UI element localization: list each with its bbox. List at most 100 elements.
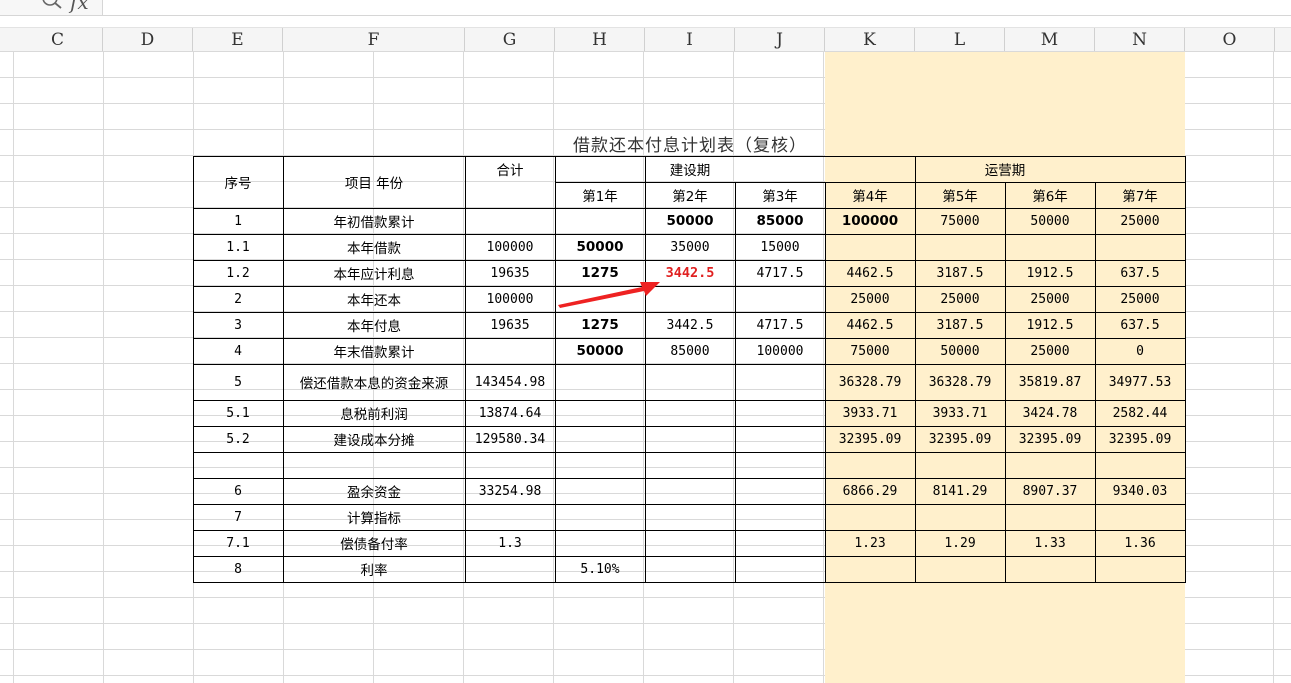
row-value-year-5[interactable]: 36328.79	[915, 364, 1005, 400]
row-value-year-5[interactable]	[915, 234, 1005, 260]
row-value-year-6[interactable]: 1912.5	[1005, 260, 1095, 286]
row-value-year-6[interactable]	[1005, 234, 1095, 260]
row-total[interactable]: 100000	[465, 234, 555, 260]
row-value-year-3[interactable]	[735, 556, 825, 582]
row-value-year-2[interactable]: 35000	[645, 234, 735, 260]
row-value-year-6[interactable]: 1.33	[1005, 530, 1095, 556]
row-value-year-1[interactable]	[555, 364, 645, 400]
row-value-year-2[interactable]	[645, 530, 735, 556]
row-value-year-4[interactable]: 100000	[825, 208, 915, 234]
row-value-year-7[interactable]: 2582.44	[1095, 400, 1185, 426]
row-value-year-1[interactable]: 50000	[555, 234, 645, 260]
column-header-G[interactable]: G	[465, 28, 555, 52]
row-item[interactable]: 年末借款累计	[283, 338, 465, 364]
column-header-M[interactable]: M	[1005, 28, 1095, 52]
row-value-year-7[interactable]: 32395.09	[1095, 426, 1185, 452]
column-header-J[interactable]: J	[735, 28, 825, 52]
row-value-year-3[interactable]	[735, 426, 825, 452]
column-header-I[interactable]: I	[645, 28, 735, 52]
row-total[interactable]: 19635	[465, 260, 555, 286]
row-item[interactable]: 建设成本分摊	[283, 426, 465, 452]
row-value-year-2[interactable]: 85000	[645, 338, 735, 364]
row-value-year-4[interactable]: 6866.29	[825, 478, 915, 504]
row-seq[interactable]: 1.2	[193, 260, 283, 286]
row-value-year-7[interactable]: 0	[1095, 338, 1185, 364]
row-value-year-5[interactable]: 8141.29	[915, 478, 1005, 504]
row-value-year-2[interactable]	[645, 400, 735, 426]
row-value-year-5[interactable]	[915, 452, 1005, 478]
row-item[interactable]: 息税前利润	[283, 400, 465, 426]
header-year-3[interactable]: 第3年	[735, 182, 825, 208]
row-value-year-1[interactable]	[555, 478, 645, 504]
row-value-year-3[interactable]	[735, 286, 825, 312]
row-value-year-2[interactable]: 50000	[645, 208, 735, 234]
row-value-year-5[interactable]: 25000	[915, 286, 1005, 312]
row-value-year-5[interactable]	[915, 556, 1005, 582]
row-total[interactable]: 143454.98	[465, 364, 555, 400]
row-seq[interactable]: 1.1	[193, 234, 283, 260]
row-value-year-1[interactable]	[555, 400, 645, 426]
row-item[interactable]: 偿债备付率	[283, 530, 465, 556]
row-value-year-6[interactable]: 25000	[1005, 286, 1095, 312]
row-value-year-3[interactable]: 15000	[735, 234, 825, 260]
row-value-year-6[interactable]	[1005, 556, 1095, 582]
table-title[interactable]: 借款还本付息计划表（复核）	[555, 131, 825, 157]
row-seq[interactable]: 1	[193, 208, 283, 234]
header-year-7[interactable]: 第7年	[1095, 182, 1185, 208]
row-item[interactable]: 盈余资金	[283, 478, 465, 504]
row-total[interactable]	[465, 452, 555, 478]
row-value-year-2[interactable]	[645, 426, 735, 452]
header-seq[interactable]: 序号	[193, 156, 283, 208]
row-value-year-3[interactable]	[735, 530, 825, 556]
column-header-K[interactable]: K	[825, 28, 915, 52]
row-value-year-2[interactable]	[645, 364, 735, 400]
row-seq[interactable]: 6	[193, 478, 283, 504]
row-value-year-2[interactable]	[645, 504, 735, 530]
row-total[interactable]	[465, 504, 555, 530]
row-value-year-1[interactable]: 5.10%	[555, 556, 645, 582]
header-year-4[interactable]: 第4年	[825, 182, 915, 208]
column-header-L[interactable]: L	[915, 28, 1005, 52]
row-value-year-3[interactable]: 85000	[735, 208, 825, 234]
header-year-5[interactable]: 第5年	[915, 182, 1005, 208]
row-value-year-1[interactable]: 1275	[555, 312, 645, 338]
column-header-O[interactable]: O	[1185, 28, 1275, 52]
row-value-year-7[interactable]: 34977.53	[1095, 364, 1185, 400]
row-seq[interactable]: 2	[193, 286, 283, 312]
row-value-year-4[interactable]: 1.23	[825, 530, 915, 556]
row-total[interactable]	[465, 208, 555, 234]
row-value-year-4[interactable]: 3933.71	[825, 400, 915, 426]
column-header-C[interactable]: C	[13, 28, 103, 52]
row-total[interactable]: 129580.34	[465, 426, 555, 452]
row-value-year-6[interactable]: 1912.5	[1005, 312, 1095, 338]
column-header-D[interactable]: D	[103, 28, 193, 52]
row-value-year-7[interactable]: 25000	[1095, 286, 1185, 312]
row-value-year-3[interactable]: 4717.5	[735, 260, 825, 286]
row-seq[interactable]: 5	[193, 364, 283, 400]
row-total[interactable]: 100000	[465, 286, 555, 312]
row-value-year-4[interactable]: 36328.79	[825, 364, 915, 400]
row-value-year-2[interactable]	[645, 556, 735, 582]
formula-input[interactable]	[102, 0, 1291, 15]
row-seq[interactable]: 7.1	[193, 530, 283, 556]
row-value-year-4[interactable]: 32395.09	[825, 426, 915, 452]
zoom-icon[interactable]	[36, 0, 64, 14]
row-value-year-3[interactable]: 4717.5	[735, 312, 825, 338]
header-item-year[interactable]: 项目 年份	[283, 156, 465, 208]
row-item[interactable]: 年初借款累计	[283, 208, 465, 234]
row-value-year-7[interactable]	[1095, 452, 1185, 478]
row-item[interactable]: 本年应计利息	[283, 260, 465, 286]
row-value-year-1[interactable]	[555, 530, 645, 556]
row-value-year-5[interactable]: 3933.71	[915, 400, 1005, 426]
row-value-year-7[interactable]: 25000	[1095, 208, 1185, 234]
row-seq[interactable]	[193, 452, 283, 478]
row-value-year-2[interactable]	[645, 478, 735, 504]
row-item[interactable]: 本年还本	[283, 286, 465, 312]
row-value-year-4[interactable]	[825, 452, 915, 478]
row-total[interactable]	[465, 338, 555, 364]
row-value-year-2[interactable]	[645, 452, 735, 478]
row-value-year-4[interactable]: 4462.5	[825, 260, 915, 286]
row-value-year-3[interactable]	[735, 400, 825, 426]
header-construction-period[interactable]: 建设期	[555, 156, 825, 182]
row-value-year-6[interactable]: 3424.78	[1005, 400, 1095, 426]
